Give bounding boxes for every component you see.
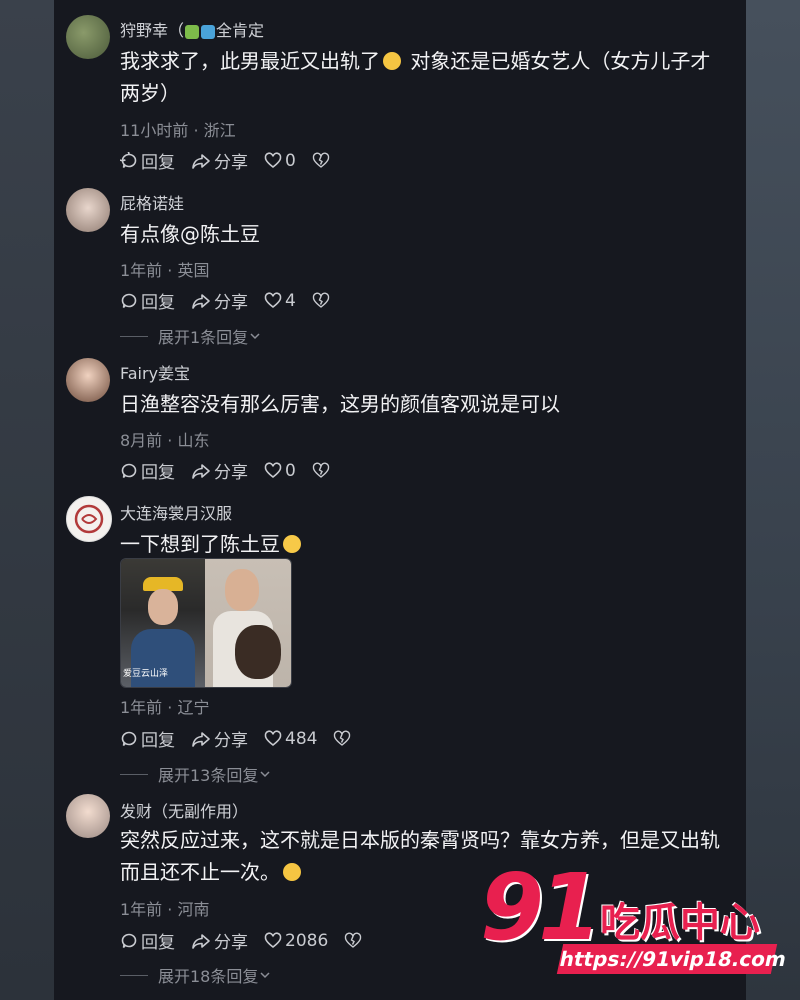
heart-icon (264, 729, 282, 746)
avatar[interactable] (66, 15, 110, 59)
avatar[interactable] (66, 188, 110, 232)
comment-text: 一下想到了陈土豆 (120, 528, 728, 560)
comment-meta: 1年前 · 河南 (120, 900, 210, 919)
watermark: 91 吃瓜中心 https://91vip18.com (480, 862, 790, 982)
share-icon (192, 293, 210, 309)
chevron-down-icon (260, 771, 270, 778)
expand-replies-button[interactable]: 展开13条回复 (120, 762, 272, 786)
pineapple-icon (185, 24, 200, 39)
worried-face-emoji-icon (383, 51, 401, 70)
broken-heart-icon (312, 462, 330, 478)
right-backdrop (746, 0, 800, 1000)
broken-heart-icon (312, 152, 330, 168)
image-photo-right (205, 559, 291, 687)
image-caption: 爱豆云山泽 (123, 669, 169, 679)
seal-logo-icon (74, 504, 104, 534)
like-button[interactable]: 0 (264, 151, 296, 171)
reply-button[interactable]: 回复 (120, 288, 175, 313)
comment-username[interactable]: Fairy姜宝 (120, 360, 190, 384)
broken-heart-icon (345, 932, 362, 948)
broken-heart-icon (334, 730, 351, 746)
reply-button[interactable]: 回复 (120, 726, 175, 751)
comment-username[interactable]: 发财（无副作用） (120, 798, 248, 822)
avatar[interactable] (66, 794, 110, 838)
share-button[interactable]: 分享 (191, 148, 248, 173)
comment-actions: 回复 分享 4 (120, 288, 349, 313)
reply-icon (121, 933, 137, 948)
dislike-button[interactable] (312, 292, 333, 310)
comment-actions: 回复 分享 0 (120, 458, 349, 483)
reply-button[interactable]: 回复 (120, 148, 175, 173)
share-icon (192, 731, 210, 747)
reply-icon (121, 731, 137, 746)
watermark-url: https://91vip18.com (556, 944, 789, 974)
dislike-button[interactable] (312, 152, 333, 170)
comment-meta: 11小时前 · 浙江 (120, 121, 236, 140)
image-photo-left: 爱豆云山泽 (121, 559, 205, 687)
chevron-down-icon (260, 972, 270, 979)
comment-panel: 狩野幸（ 全肯定 我求求了，此男最近又出轨了 对象还是已婚女艺人（女方儿子才两岁）… (54, 0, 746, 1000)
reply-button[interactable]: 回复 (120, 928, 175, 953)
comment-username[interactable]: 狩野幸（ 全肯定 (120, 17, 264, 41)
heart-icon (264, 151, 282, 168)
heart-icon (264, 461, 282, 478)
comment-username[interactable]: 屁格诺娃 (120, 190, 184, 214)
reply-icon (121, 463, 137, 478)
share-button[interactable]: 分享 (191, 458, 248, 483)
laughing-crying-emoji-icon (283, 862, 301, 881)
share-button[interactable]: 分享 (191, 288, 248, 313)
fish-icon (201, 24, 216, 39)
chevron-down-icon (250, 333, 260, 340)
crying-face-emoji-icon (283, 534, 301, 553)
comment-text: 日渔整容没有那么厉害，这男的颜值客观说是可以 (120, 392, 560, 416)
expand-replies-button[interactable]: 展开18条回复 (120, 963, 272, 987)
comment-actions: 回复 分享 484 (120, 726, 370, 751)
reply-button[interactable]: 回复 (120, 458, 175, 483)
heart-icon (264, 931, 282, 948)
dislike-button[interactable] (312, 462, 333, 480)
divider (120, 773, 148, 775)
reply-icon (121, 293, 137, 308)
share-button[interactable]: 分享 (191, 928, 248, 953)
comment-meta: 8月前 · 山东 (120, 431, 210, 450)
comment-text: 我求求了，此男最近又出轨了 对象还是已婚女艺人（女方儿子才两岁） (120, 49, 711, 105)
avatar[interactable] (66, 496, 112, 542)
share-button[interactable]: 分享 (191, 726, 248, 751)
comment-image[interactable]: 爱豆云山泽 (120, 558, 292, 688)
comment-meta: 1年前 · 辽宁 (120, 698, 210, 717)
comment-username[interactable]: 大连海裳月汉服 (120, 500, 232, 524)
dislike-button[interactable] (333, 730, 354, 748)
comment-meta: 1年前 · 英国 (120, 261, 210, 280)
like-button[interactable]: 0 (264, 461, 296, 481)
watermark-title: 吃瓜中心 (600, 900, 760, 946)
broken-heart-icon (312, 292, 330, 308)
comment-text: 有点像@陈土豆 (120, 222, 260, 246)
comment-actions: 回复 分享 2086 (120, 928, 381, 953)
share-icon (192, 153, 210, 169)
reply-icon (120, 151, 137, 168)
like-button[interactable]: 2086 (264, 931, 328, 951)
share-icon (192, 933, 210, 949)
comment-actions: 回复 分享 0 (120, 148, 349, 173)
avatar[interactable] (66, 358, 110, 402)
dislike-button[interactable] (344, 932, 365, 950)
watermark-number: 91 (480, 854, 602, 961)
like-button[interactable]: 484 (264, 729, 317, 749)
left-backdrop (0, 0, 54, 1000)
divider (120, 974, 148, 976)
like-button[interactable]: 4 (264, 291, 296, 311)
share-icon (192, 463, 210, 479)
divider (120, 335, 148, 337)
heart-icon (264, 291, 282, 308)
expand-replies-button[interactable]: 展开1条回复 (120, 324, 262, 348)
